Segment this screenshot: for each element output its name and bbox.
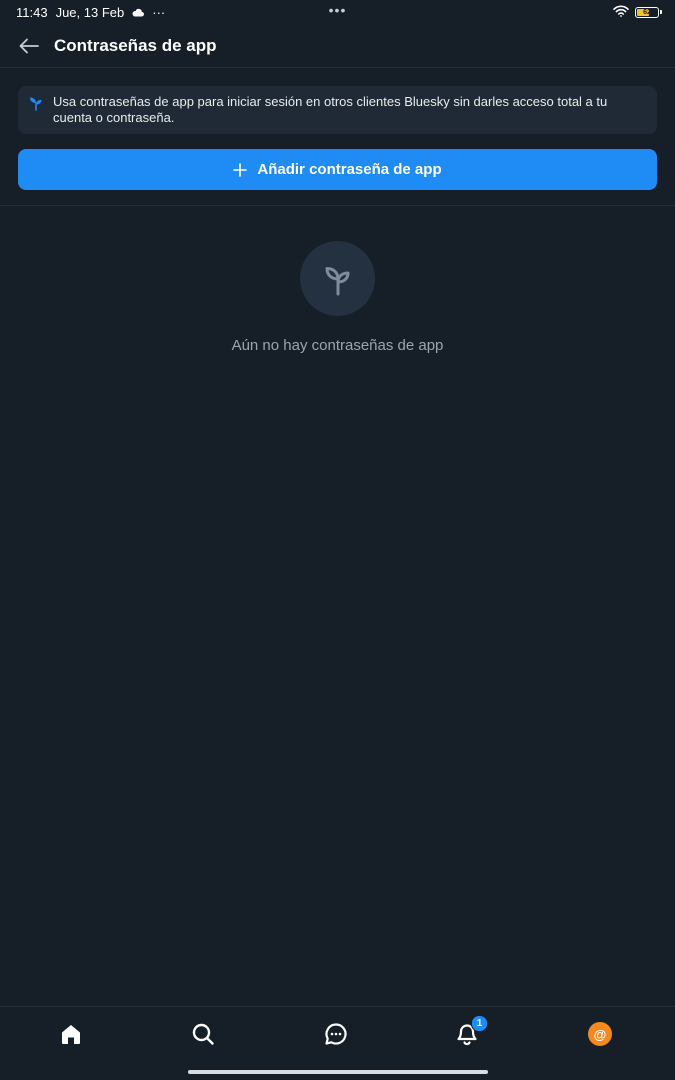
app-passwords-screen: 11:43 Jue, 13 Feb ··· ••• 62 Contraseñas…: [0, 0, 675, 1080]
nav-search[interactable]: [188, 1019, 218, 1049]
nav-notifications[interactable]: 1: [452, 1015, 488, 1049]
cloud-icon: [132, 5, 145, 20]
nav-home[interactable]: [56, 1019, 86, 1049]
avatar-icon: @: [588, 1022, 612, 1046]
multitask-dots[interactable]: •••: [329, 2, 347, 18]
chat-icon: [325, 1023, 347, 1045]
page-title: Contraseñas de app: [54, 35, 217, 55]
wifi-icon: [613, 5, 629, 20]
add-app-password-button[interactable]: Añadir contraseña de app: [18, 149, 657, 190]
battery-icon: 62: [635, 6, 662, 18]
status-more-dots: ···: [152, 4, 166, 20]
nav-profile[interactable]: @: [585, 1019, 615, 1049]
empty-state-icon-circle: [300, 241, 375, 316]
plus-icon: [233, 162, 248, 177]
battery-level: 62: [643, 8, 651, 16]
empty-state-text: Aún no hay contraseñas de app: [231, 337, 444, 354]
divider: [0, 205, 675, 206]
sprout-icon: [325, 266, 349, 295]
status-time: 11:43: [16, 4, 48, 20]
header: Contraseñas de app: [0, 24, 675, 68]
notification-badge: 1: [471, 1015, 488, 1032]
arrow-left-icon: [19, 38, 39, 53]
home-icon: [62, 1025, 80, 1044]
bottom-nav: 1 @: [0, 1006, 675, 1080]
nav-chat[interactable]: [321, 1019, 351, 1049]
home-indicator[interactable]: [188, 1070, 488, 1074]
status-date: Jue, 13 Feb: [55, 4, 125, 20]
search-icon: [192, 1023, 214, 1045]
sprout-icon: [30, 97, 42, 111]
add-button-label: Añadir contraseña de app: [257, 161, 442, 178]
back-button[interactable]: [16, 33, 42, 59]
status-bar: 11:43 Jue, 13 Feb ··· ••• 62: [0, 0, 675, 24]
info-box: Usa contraseñas de app para iniciar sesi…: [18, 86, 657, 134]
info-text: Usa contraseñas de app para iniciar sesi…: [53, 94, 608, 125]
